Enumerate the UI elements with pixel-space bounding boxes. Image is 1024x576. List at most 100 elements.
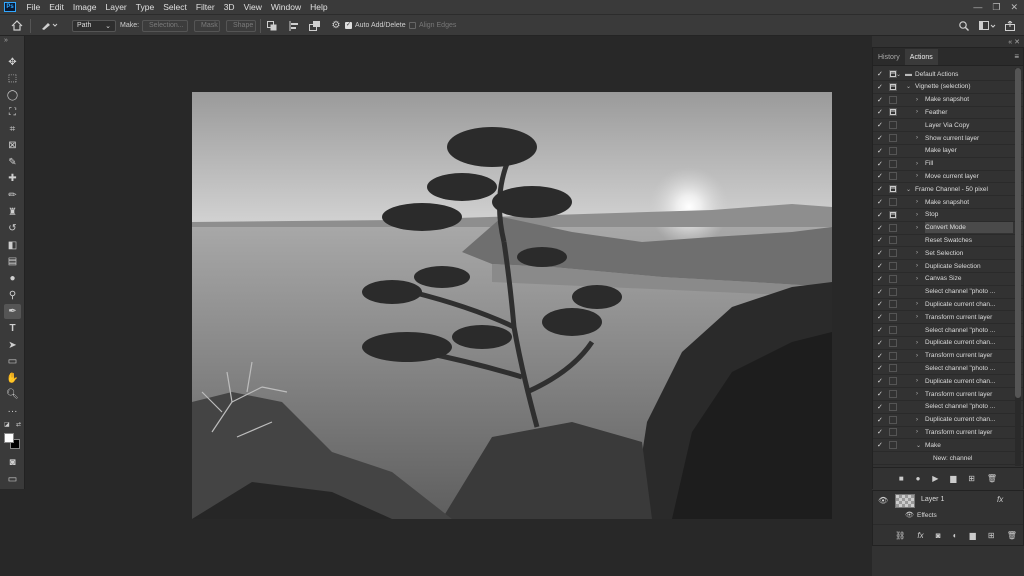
- action-row[interactable]: ✓ › Duplicate current chan...: [873, 337, 1023, 350]
- action-row[interactable]: ✓ › Make snapshot: [873, 196, 1023, 209]
- restore-icon[interactable]: ❐: [992, 2, 1000, 13]
- layer-style-icon[interactable]: fx: [917, 531, 923, 540]
- action-row[interactable]: ✓ Select channel "photo ...: [873, 286, 1023, 299]
- adjustment-layer-icon[interactable]: ◐: [953, 531, 958, 540]
- scroll-thumb[interactable]: [1015, 68, 1021, 398]
- dialog-toggle-icon[interactable]: [889, 159, 897, 168]
- eyedropper-tool-icon[interactable]: ✎: [4, 155, 21, 170]
- menu-type[interactable]: Type: [131, 2, 158, 12]
- action-row[interactable]: ✓ › Fill: [873, 158, 1023, 171]
- frame-tool-icon[interactable]: ⊠: [4, 138, 21, 153]
- chevron-right-icon[interactable]: ›: [916, 109, 918, 115]
- dialog-toggle-icon[interactable]: [889, 121, 897, 130]
- checkmark-icon[interactable]: ✓: [877, 222, 884, 233]
- dialog-toggle-icon[interactable]: [889, 364, 897, 373]
- brush-tool-icon[interactable]: ✏: [4, 188, 21, 203]
- action-row[interactable]: ✓ › Convert Mode: [873, 222, 1023, 235]
- checkmark-icon[interactable]: ✓: [877, 286, 884, 297]
- pen-tool-icon[interactable]: ✒: [4, 304, 21, 319]
- action-row[interactable]: ✓ › Set Selection: [873, 247, 1023, 261]
- action-row[interactable]: ✓ › Stop: [873, 209, 1023, 222]
- checkmark-icon[interactable]: ✓: [877, 158, 884, 169]
- chevron-right-icon[interactable]: ›: [916, 417, 918, 423]
- dialog-toggle-icon[interactable]: [889, 198, 897, 206]
- dialog-toggle-icon[interactable]: [889, 82, 897, 91]
- healing-brush-tool-icon[interactable]: ✚: [4, 171, 21, 186]
- eraser-tool-icon[interactable]: ◧: [4, 238, 21, 253]
- menu-window[interactable]: Window: [266, 2, 305, 12]
- action-row[interactable]: ✓ › Transform current layer: [873, 388, 1023, 401]
- checkmark-icon[interactable]: ✓: [877, 350, 884, 361]
- dialog-toggle-icon[interactable]: [889, 249, 897, 258]
- gradient-tool-icon[interactable]: ▤: [4, 254, 21, 269]
- new-set-folder-icon[interactable]: ▆: [950, 474, 956, 483]
- chevron-down-icon[interactable]: ⌄: [906, 83, 911, 90]
- action-row[interactable]: ✓ › Feather: [873, 106, 1023, 120]
- dialog-toggle-icon[interactable]: [889, 210, 897, 219]
- effects-eye-icon[interactable]: 👁︎: [905, 511, 914, 519]
- move-tool-icon[interactable]: ✥: [4, 55, 21, 70]
- chevron-right-icon[interactable]: ›: [916, 429, 918, 435]
- dialog-toggle-icon[interactable]: [889, 274, 897, 283]
- dialog-toggle-icon[interactable]: [889, 338, 897, 347]
- action-row[interactable]: ✓ › Duplicate current chan...: [873, 414, 1023, 427]
- blur-tool-icon[interactable]: ●: [4, 271, 21, 286]
- stop-icon[interactable]: ■: [899, 474, 904, 483]
- dialog-toggle-icon[interactable]: [889, 108, 897, 117]
- dialog-toggle-icon[interactable]: [889, 326, 897, 334]
- chevron-down-icon[interactable]: ⌄: [896, 71, 901, 78]
- checkmark-icon[interactable]: ✓: [877, 312, 884, 323]
- path-alignment-icon[interactable]: [288, 19, 300, 32]
- dialog-toggle-icon[interactable]: [889, 236, 897, 245]
- action-row[interactable]: Name: "Frame Edge": [873, 465, 1023, 466]
- checkmark-icon[interactable]: ✓: [877, 325, 884, 336]
- menu-help[interactable]: Help: [306, 2, 332, 12]
- dialog-toggle-icon[interactable]: [889, 172, 897, 181]
- screen-mode-icon[interactable]: ▭: [4, 472, 21, 487]
- checkmark-icon[interactable]: ✓: [877, 376, 884, 387]
- dialog-toggle-icon[interactable]: [889, 313, 897, 322]
- dialog-toggle-icon[interactable]: [889, 377, 897, 386]
- checkmark-icon[interactable]: ✓: [877, 197, 884, 208]
- checkmark-icon[interactable]: ✓: [877, 273, 884, 284]
- checkmark-icon[interactable]: ✓: [877, 337, 884, 348]
- checkmark-icon[interactable]: ✓: [877, 248, 884, 259]
- checkmark-icon[interactable]: ✓: [877, 184, 884, 195]
- dodge-tool-icon[interactable]: ⚲: [4, 288, 21, 303]
- lasso-tool-icon[interactable]: ◯: [4, 88, 21, 103]
- auto-add-delete-checkbox[interactable]: ✓ Auto Add/Delete: [345, 19, 406, 32]
- document-canvas[interactable]: [192, 92, 832, 519]
- make-selection-button[interactable]: Selection...: [142, 19, 188, 32]
- new-layer-icon[interactable]: ⊞: [988, 531, 995, 540]
- chevron-right-icon[interactable]: ›: [916, 135, 918, 141]
- menu-filter[interactable]: Filter: [191, 2, 219, 12]
- hand-tool-icon[interactable]: ✋: [4, 371, 21, 386]
- dialog-toggle-icon[interactable]: [889, 287, 897, 296]
- menu-file[interactable]: File: [22, 2, 45, 12]
- layer-effects-row[interactable]: 👁︎ Effects: [873, 510, 1023, 522]
- checkmark-icon[interactable]: ✓: [877, 133, 884, 144]
- action-row[interactable]: ✓ › Transform current layer: [873, 426, 1023, 440]
- chevron-right-icon[interactable]: ›: [916, 391, 918, 397]
- path-arrangement-icon[interactable]: [308, 19, 322, 32]
- action-row[interactable]: ✓ › Move current layer: [873, 170, 1023, 184]
- search-icon[interactable]: [958, 19, 970, 32]
- dialog-toggle-icon[interactable]: [889, 262, 897, 270]
- checkmark-icon[interactable]: ✓: [877, 69, 884, 80]
- default-colors-icon[interactable]: ◪ ⇄: [4, 420, 21, 430]
- checkmark-icon[interactable]: ✓: [877, 209, 884, 220]
- pen-tool-preset-icon[interactable]: [38, 19, 60, 32]
- dialog-toggle-icon[interactable]: [889, 95, 897, 104]
- dialog-toggle-icon[interactable]: [889, 185, 897, 194]
- action-row[interactable]: ✓ › Duplicate current chan...: [873, 298, 1023, 312]
- chevron-right-icon[interactable]: ›: [916, 378, 918, 384]
- tab-actions[interactable]: Actions: [904, 49, 938, 65]
- chevron-right-icon[interactable]: ›: [916, 301, 918, 307]
- checkmark-icon[interactable]: ✓: [877, 145, 884, 156]
- dialog-toggle-icon[interactable]: [889, 146, 897, 155]
- minimize-icon[interactable]: —: [973, 2, 982, 13]
- chevron-right-icon[interactable]: ›: [916, 161, 918, 167]
- action-row[interactable]: ✓ Layer Via Copy: [873, 119, 1023, 133]
- checkmark-icon[interactable]: ✓: [877, 401, 884, 412]
- menu-select[interactable]: Select: [159, 2, 192, 12]
